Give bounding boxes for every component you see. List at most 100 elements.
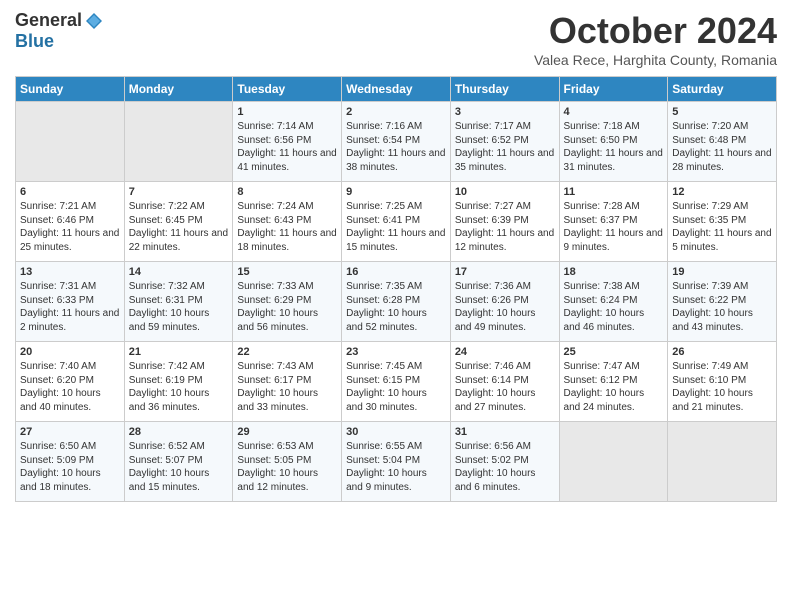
calendar-cell: 6 Sunrise: 7:21 AM Sunset: 6:46 PM Daylig… bbox=[16, 182, 125, 262]
cell-info: Sunrise: 7:22 AM Sunset: 6:45 PM Dayligh… bbox=[129, 200, 229, 254]
day-number: 31 bbox=[455, 426, 555, 438]
cell-info: Sunrise: 6:53 AM Sunset: 5:05 PM Dayligh… bbox=[237, 440, 337, 494]
day-header-saturday: Saturday bbox=[668, 77, 777, 102]
cell-info: Sunrise: 7:16 AM Sunset: 6:54 PM Dayligh… bbox=[346, 120, 446, 174]
day-number: 3 bbox=[455, 106, 555, 118]
day-number: 20 bbox=[20, 346, 120, 358]
calendar-cell: 31 Sunrise: 6:56 AM Sunset: 5:02 PM Dayli… bbox=[450, 422, 559, 502]
day-number: 30 bbox=[346, 426, 446, 438]
day-number: 16 bbox=[346, 266, 446, 278]
day-number: 19 bbox=[672, 266, 772, 278]
cell-info: Sunrise: 7:49 AM Sunset: 6:10 PM Dayligh… bbox=[672, 360, 772, 414]
calendar-body: 1 Sunrise: 7:14 AM Sunset: 6:56 PM Daylig… bbox=[16, 102, 777, 502]
cell-info: Sunrise: 7:46 AM Sunset: 6:14 PM Dayligh… bbox=[455, 360, 555, 414]
calendar-cell: 21 Sunrise: 7:42 AM Sunset: 6:19 PM Dayli… bbox=[124, 342, 233, 422]
calendar-cell: 29 Sunrise: 6:53 AM Sunset: 5:05 PM Dayli… bbox=[233, 422, 342, 502]
cell-info: Sunrise: 7:21 AM Sunset: 6:46 PM Dayligh… bbox=[20, 200, 120, 254]
cell-info: Sunrise: 7:45 AM Sunset: 6:15 PM Dayligh… bbox=[346, 360, 446, 414]
day-number: 6 bbox=[20, 186, 120, 198]
calendar-cell: 2 Sunrise: 7:16 AM Sunset: 6:54 PM Daylig… bbox=[342, 102, 451, 182]
cell-info: Sunrise: 7:39 AM Sunset: 6:22 PM Dayligh… bbox=[672, 280, 772, 334]
calendar-cell bbox=[16, 102, 125, 182]
day-header-thursday: Thursday bbox=[450, 77, 559, 102]
day-number: 17 bbox=[455, 266, 555, 278]
day-header-sunday: Sunday bbox=[16, 77, 125, 102]
calendar-cell: 22 Sunrise: 7:43 AM Sunset: 6:17 PM Dayli… bbox=[233, 342, 342, 422]
day-number: 29 bbox=[237, 426, 337, 438]
header-row: SundayMondayTuesdayWednesdayThursdayFrid… bbox=[16, 77, 777, 102]
cell-info: Sunrise: 6:50 AM Sunset: 5:09 PM Dayligh… bbox=[20, 440, 120, 494]
day-number: 10 bbox=[455, 186, 555, 198]
cell-info: Sunrise: 7:43 AM Sunset: 6:17 PM Dayligh… bbox=[237, 360, 337, 414]
week-row-5: 27 Sunrise: 6:50 AM Sunset: 5:09 PM Dayli… bbox=[16, 422, 777, 502]
cell-info: Sunrise: 7:28 AM Sunset: 6:37 PM Dayligh… bbox=[564, 200, 664, 254]
calendar-cell: 23 Sunrise: 7:45 AM Sunset: 6:15 PM Dayli… bbox=[342, 342, 451, 422]
calendar-cell: 11 Sunrise: 7:28 AM Sunset: 6:37 PM Dayli… bbox=[559, 182, 668, 262]
calendar-cell: 30 Sunrise: 6:55 AM Sunset: 5:04 PM Dayli… bbox=[342, 422, 451, 502]
day-number: 11 bbox=[564, 186, 664, 198]
calendar-cell: 25Sunrise: 7:47 AM Sunset: 6:12 PM Dayli… bbox=[559, 342, 668, 422]
day-number: 28 bbox=[129, 426, 229, 438]
logo-general-text: General bbox=[15, 10, 82, 31]
cell-info: Sunrise: 7:42 AM Sunset: 6:19 PM Dayligh… bbox=[129, 360, 229, 414]
logo-blue-text: Blue bbox=[15, 31, 54, 52]
cell-info: Sunrise: 7:24 AM Sunset: 6:43 PM Dayligh… bbox=[237, 200, 337, 254]
calendar-table: SundayMondayTuesdayWednesdayThursdayFrid… bbox=[15, 76, 777, 502]
month-title: October 2024 bbox=[534, 10, 777, 52]
cell-info: Sunrise: 7:35 AM Sunset: 6:28 PM Dayligh… bbox=[346, 280, 446, 334]
cell-info: Sunrise: 7:38 AM Sunset: 6:24 PM Dayligh… bbox=[564, 280, 664, 334]
calendar-cell bbox=[668, 422, 777, 502]
day-number: 14 bbox=[129, 266, 229, 278]
day-number: 26 bbox=[672, 346, 772, 358]
calendar-cell: 7 Sunrise: 7:22 AM Sunset: 6:45 PM Daylig… bbox=[124, 182, 233, 262]
day-number: 15 bbox=[237, 266, 337, 278]
cell-info: Sunrise: 7:32 AM Sunset: 6:31 PM Dayligh… bbox=[129, 280, 229, 334]
calendar-cell: 4 Sunrise: 7:18 AM Sunset: 6:50 PM Daylig… bbox=[559, 102, 668, 182]
cell-info: Sunrise: 7:20 AM Sunset: 6:48 PM Dayligh… bbox=[672, 120, 772, 174]
calendar-cell: 12Sunrise: 7:29 AM Sunset: 6:35 PM Dayli… bbox=[668, 182, 777, 262]
day-header-monday: Monday bbox=[124, 77, 233, 102]
page-header: General Blue October 2024 Valea Rece, Ha… bbox=[15, 10, 777, 68]
day-number: 8 bbox=[237, 186, 337, 198]
cell-info: Sunrise: 7:17 AM Sunset: 6:52 PM Dayligh… bbox=[455, 120, 555, 174]
cell-info: Sunrise: 6:52 AM Sunset: 5:07 PM Dayligh… bbox=[129, 440, 229, 494]
calendar-cell: 20Sunrise: 7:40 AM Sunset: 6:20 PM Dayli… bbox=[16, 342, 125, 422]
day-number: 22 bbox=[237, 346, 337, 358]
logo-icon bbox=[84, 11, 104, 31]
calendar-cell: 3 Sunrise: 7:17 AM Sunset: 6:52 PM Daylig… bbox=[450, 102, 559, 182]
title-area: October 2024 Valea Rece, Harghita County… bbox=[534, 10, 777, 68]
day-number: 24 bbox=[455, 346, 555, 358]
cell-info: Sunrise: 6:55 AM Sunset: 5:04 PM Dayligh… bbox=[346, 440, 446, 494]
week-row-2: 6 Sunrise: 7:21 AM Sunset: 6:46 PM Daylig… bbox=[16, 182, 777, 262]
day-number: 4 bbox=[564, 106, 664, 118]
cell-info: Sunrise: 7:25 AM Sunset: 6:41 PM Dayligh… bbox=[346, 200, 446, 254]
day-number: 25 bbox=[564, 346, 664, 358]
day-number: 21 bbox=[129, 346, 229, 358]
calendar-cell: 18 Sunrise: 7:38 AM Sunset: 6:24 PM Dayli… bbox=[559, 262, 668, 342]
calendar-cell: 16 Sunrise: 7:35 AM Sunset: 6:28 PM Dayli… bbox=[342, 262, 451, 342]
cell-info: Sunrise: 7:27 AM Sunset: 6:39 PM Dayligh… bbox=[455, 200, 555, 254]
logo: General Blue bbox=[15, 10, 104, 52]
day-number: 2 bbox=[346, 106, 446, 118]
day-number: 9 bbox=[346, 186, 446, 198]
day-number: 1 bbox=[237, 106, 337, 118]
cell-info: Sunrise: 7:18 AM Sunset: 6:50 PM Dayligh… bbox=[564, 120, 664, 174]
calendar-cell: 26 Sunrise: 7:49 AM Sunset: 6:10 PM Dayli… bbox=[668, 342, 777, 422]
day-number: 7 bbox=[129, 186, 229, 198]
cell-info: Sunrise: 7:14 AM Sunset: 6:56 PM Dayligh… bbox=[237, 120, 337, 174]
calendar-cell: 5Sunrise: 7:20 AM Sunset: 6:48 PM Daylig… bbox=[668, 102, 777, 182]
calendar-cell: 15 Sunrise: 7:33 AM Sunset: 6:29 PM Dayli… bbox=[233, 262, 342, 342]
calendar-cell bbox=[559, 422, 668, 502]
calendar-cell: 10 Sunrise: 7:27 AM Sunset: 6:39 PM Dayli… bbox=[450, 182, 559, 262]
day-number: 23 bbox=[346, 346, 446, 358]
cell-info: Sunrise: 7:33 AM Sunset: 6:29 PM Dayligh… bbox=[237, 280, 337, 334]
day-number: 27 bbox=[20, 426, 120, 438]
day-number: 18 bbox=[564, 266, 664, 278]
day-header-tuesday: Tuesday bbox=[233, 77, 342, 102]
cell-info: Sunrise: 7:29 AM Sunset: 6:35 PM Dayligh… bbox=[672, 200, 772, 254]
week-row-3: 13Sunrise: 7:31 AM Sunset: 6:33 PM Dayli… bbox=[16, 262, 777, 342]
calendar-cell: 17Sunrise: 7:36 AM Sunset: 6:26 PM Dayli… bbox=[450, 262, 559, 342]
calendar-cell: 19 Sunrise: 7:39 AM Sunset: 6:22 PM Dayli… bbox=[668, 262, 777, 342]
cell-info: Sunrise: 6:56 AM Sunset: 5:02 PM Dayligh… bbox=[455, 440, 555, 494]
calendar-cell: 14 Sunrise: 7:32 AM Sunset: 6:31 PM Dayli… bbox=[124, 262, 233, 342]
